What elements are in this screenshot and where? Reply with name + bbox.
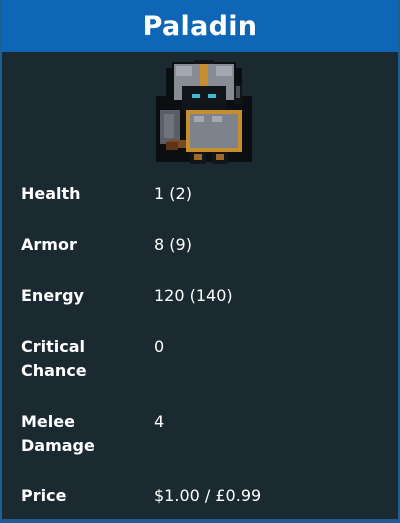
stat-value: 120 (140) (154, 286, 233, 305)
stat-label: Health (21, 184, 81, 203)
character-card: Paladin Health 1 (2) Armor 8 (9) Energy … (0, 0, 400, 523)
stat-label: Armor (21, 235, 77, 254)
stat-value: 0 (154, 337, 165, 356)
stat-value: $1.00 / £0.99 (154, 486, 262, 505)
stat-value: 4 (154, 412, 165, 431)
character-name: Paladin (142, 10, 258, 42)
stat-label: Melee Damage (21, 412, 95, 455)
stat-label: Price (21, 486, 67, 505)
stat-value: 1 (2) (154, 184, 192, 203)
paladin-sprite-icon (156, 60, 252, 164)
stat-label: Energy (21, 286, 84, 305)
card-header: Paladin (2, 0, 398, 52)
stat-value: 8 (9) (154, 235, 192, 254)
stat-label: Critical Chance (21, 337, 87, 380)
